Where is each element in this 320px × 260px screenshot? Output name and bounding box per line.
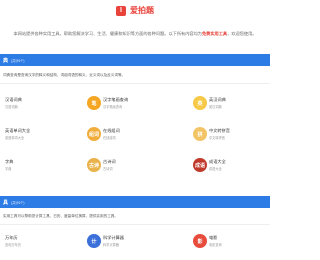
section-count: (共计6个): [11, 200, 25, 205]
section-title: 典: [3, 57, 9, 64]
tool-name: 万年历: [5, 235, 18, 240]
tool-item[interactable]: 字典 字典: [3, 158, 13, 172]
tool-item[interactable]: 计科学计算器 科学计算器: [87, 234, 124, 248]
section-description: 词典查询是查询汉字的释义和结构，词组词语的释义、近义词以及反义词等。: [3, 73, 126, 77]
tool-item[interactable]: 万年历 查询万年历: [3, 234, 21, 248]
section-header-tools: 具 (共计6个): [0, 196, 270, 208]
tool-description: 英语单词大全: [5, 136, 25, 140]
tool-item[interactable]: 拼中文转拼音 中文转拼音: [193, 127, 230, 141]
intro-highlight: 免费实用工具: [201, 31, 228, 36]
tool-icon: 拼: [193, 127, 207, 141]
tool-name: 中文转拼音: [209, 128, 230, 133]
tool-name: 英语单词大全: [5, 128, 31, 133]
tool-description: 英汉词典: [209, 105, 222, 109]
tool-description: 汉字笔画查询: [103, 105, 123, 109]
tool-description: 查询万年历: [5, 243, 21, 247]
tool-item[interactable]: 英英汉词典 英汉词典: [193, 96, 226, 110]
tool-item[interactable]: 组词 在线组词 在线组词: [87, 127, 120, 141]
section-header-dictionary: 典 (共计6个): [0, 54, 270, 66]
tool-item[interactable]: 古诗 古诗词 古诗词: [87, 158, 116, 172]
tool-icon: 影: [193, 234, 207, 248]
tool-icon: 组词: [87, 127, 101, 141]
tool-item[interactable]: 汉语词典 汉语词典: [3, 96, 22, 110]
section-description: 实用工具可以帮助您计算工具、日历、度量单位换算，提供实用的工具。: [3, 214, 118, 218]
divider: [0, 224, 270, 225]
tool-description: 汉语词典: [5, 105, 18, 109]
page-header: I 爱拍题: [0, 0, 270, 48]
tool-description: 科学计算器: [103, 243, 119, 247]
tool-description: 古诗词: [103, 167, 113, 171]
tool-name: 古诗词: [103, 159, 116, 164]
tool-item[interactable]: 笔汉字笔画查询 汉字笔画查询: [87, 96, 128, 110]
tool-name: 英汉词典: [209, 97, 226, 102]
divider: [0, 83, 270, 84]
tool-name: 科学计算器: [103, 235, 124, 240]
tool-description: 字典: [5, 167, 12, 171]
tool-description: 成语大全: [209, 167, 222, 171]
tool-description: 在线组词: [103, 136, 116, 140]
intro-before: 本网站提供各种实用工具，帮助您解决学习、生活、健康和知识等方面的各种问题。以下所…: [13, 31, 202, 36]
tool-icon: 笔: [87, 96, 101, 110]
brand-logo[interactable]: I 爱拍题: [116, 5, 154, 16]
tool-name: 成语大全: [209, 159, 226, 164]
brand-icon: I: [116, 5, 126, 16]
tool-description: 电影查询: [209, 243, 222, 247]
intro-after: ，欢迎您使用。: [227, 31, 257, 36]
tool-icon: 英: [193, 96, 207, 110]
brand-name: 爱拍题: [130, 6, 154, 15]
tool-item[interactable]: 英语单词大全 英语单词大全: [3, 127, 30, 141]
section-count: (共计6个): [11, 58, 25, 63]
tool-name: 汉语词典: [5, 97, 22, 102]
tool-icon: 古诗: [87, 158, 101, 172]
tool-name: 在线组词: [103, 128, 120, 133]
tool-description: 中文转拼音: [209, 136, 225, 140]
section-title: 具: [3, 199, 9, 206]
tool-icon: 计: [87, 234, 101, 248]
tool-icon: 成语: [193, 158, 207, 172]
tool-name: 字典: [5, 159, 14, 164]
tool-item[interactable]: 成语 成语大全 成语大全: [193, 158, 226, 172]
tool-name: 电影: [209, 235, 218, 240]
tool-item[interactable]: 影电影电影查询: [193, 234, 222, 248]
intro-text: 本网站提供各种实用工具，帮助您解决学习、生活、健康和知识等方面的各种问题。以下所…: [8, 30, 262, 37]
tool-name: 汉字笔画查询: [103, 97, 129, 102]
